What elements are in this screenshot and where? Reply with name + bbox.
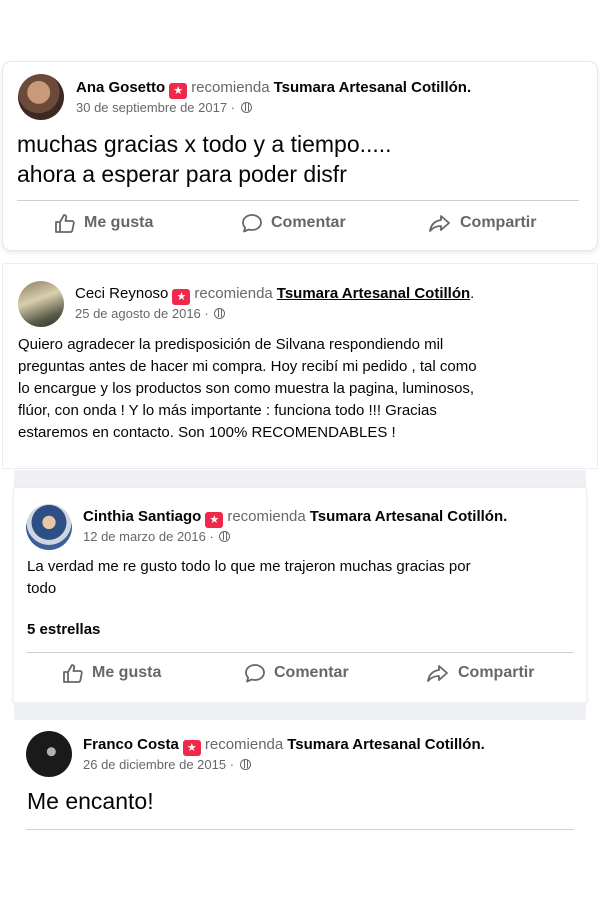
share-arrow-icon [428,213,452,233]
recommend-icon: ★ [205,512,224,528]
like-label: Me gusta [84,214,154,231]
post-text-line: estaremos en contacto. Son 100% RECOMEND… [18,424,396,441]
share-button[interactable]: Compartir [428,213,536,233]
post-date: 25 de agosto de 2016 · [75,306,226,321]
post-text-line: ahora a esperar para poder disfr [17,161,347,187]
comment-label: Comentar [274,664,349,681]
post-card-cinthia: Cinthia Santiago ★ recomienda Tsumara Artes… [14,488,586,702]
comment-button[interactable]: Comentar [241,213,346,233]
comment-button[interactable]: Comentar [244,663,349,683]
post-text: Me encanto! [27,786,154,816]
post-date: 12 de marzo de 2016 · [83,529,231,544]
post-text: muchas gracias x todo y a tiempo..... ah… [17,129,392,189]
comment-label: Comentar [271,214,346,231]
post-card-ana: Ana Gosetto ★ recomienda Tsumara Artesanal … [3,62,597,250]
post-text-line: muchas gracias x todo y a tiempo..... [17,131,392,157]
globe-icon [219,531,231,542]
avatar[interactable] [18,74,64,120]
recommend-icon: ★ [172,289,191,305]
page-link[interactable]: Tsumara Artesanal Cotillón [277,285,470,302]
thumbs-up-icon [54,213,76,233]
comment-bubble-icon [241,213,263,233]
page-suffix: . [470,285,475,302]
post-text: Quiero agradecer la predisposición de Si… [18,334,477,444]
date-text[interactable]: 30 de septiembre de 2017 · [76,100,235,115]
date-text[interactable]: 12 de marzo de 2016 · [83,529,214,544]
recommend-icon: ★ [169,83,188,99]
date-text[interactable]: 26 de diciembre de 2015 · [83,757,234,772]
recommends-label: recomienda [227,508,306,525]
divider [26,829,574,830]
author-name[interactable]: Cinthia Santiago [83,508,201,525]
post-text-line: preguntas antes de hacer mi compra. Hoy … [18,358,477,375]
separator-band [14,470,586,488]
separator-band [14,702,586,720]
date-text[interactable]: 25 de agosto de 2016 · [75,306,209,321]
page-link[interactable]: Tsumara Artesanal Cotillón. [310,508,508,525]
post-date: 30 de septiembre de 2017 · [76,100,252,115]
recommends-label: recomienda [204,736,284,753]
author-name[interactable]: Ceci Reynoso [75,285,168,302]
post-text-line: Me encanto! [27,788,154,814]
post-text-line: La verdad me re gusto todo lo que me tra… [27,558,471,575]
recommends-label: recomienda [194,285,273,302]
post-header: Ceci Reynoso ★ recomienda Tsumara Artesanal… [75,285,474,305]
comment-bubble-icon [244,663,266,683]
post-header: Cinthia Santiago ★ recomienda Tsumara Artes… [83,508,507,528]
post-date: 26 de diciembre de 2015 · [83,757,251,772]
author-name[interactable]: Franco Costa [83,736,179,753]
recommend-icon: ★ [182,740,201,756]
like-button[interactable]: Me gusta [62,663,161,683]
post-text: La verdad me re gusto todo lo que me tra… [27,556,471,600]
post-header: Franco Costa ★ recomienda Tsumara Artesanal… [83,736,485,756]
globe-icon [214,308,226,319]
post-text-line: Quiero agradecer la predisposición de Si… [18,336,444,353]
post-header: Ana Gosetto ★ recomienda Tsumara Artesanal … [76,79,471,99]
avatar[interactable] [18,281,64,327]
share-button[interactable]: Compartir [426,663,534,683]
like-label: Me gusta [92,664,162,681]
recommends-label: recomienda [191,79,270,96]
page-link[interactable]: Tsumara Artesanal Cotillón. [287,736,485,753]
share-arrow-icon [426,663,450,683]
divider [17,200,579,201]
author-name[interactable]: Ana Gosetto [76,79,165,96]
post-text-line: lo encargue y los productos son como mue… [18,380,475,397]
page-link[interactable]: Tsumara Artesanal Cotillón. [274,79,472,96]
avatar[interactable] [26,731,72,777]
share-label: Compartir [458,664,535,681]
post-card-ceci: Ceci Reynoso ★ recomienda Tsumara Artesanal… [3,264,597,468]
like-button[interactable]: Me gusta [54,213,153,233]
rating-text: 5 estrellas [27,621,101,638]
globe-icon [240,102,252,113]
avatar[interactable] [26,504,72,550]
thumbs-up-icon [62,663,84,683]
post-text-line: todo [27,580,57,597]
share-label: Compartir [460,214,537,231]
globe-icon [239,759,251,770]
divider [26,652,574,653]
post-card-franco: Franco Costa ★ recomienda Tsumara Artesanal… [14,720,586,840]
post-text-line: flúor, con onda ! Y lo más importante : … [18,402,437,419]
